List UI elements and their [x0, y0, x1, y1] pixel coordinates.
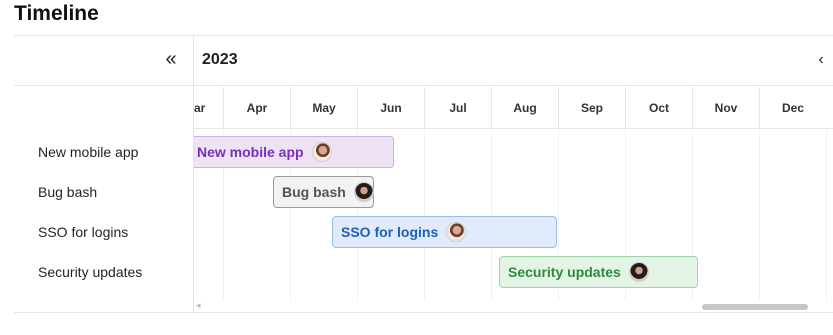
project-list: New mobile app Bug bash SSO for logins S… — [14, 132, 194, 292]
month-apr: Apr — [223, 87, 290, 129]
project-list-header: « — [14, 36, 194, 86]
month-may: May — [290, 87, 357, 129]
month-sep: Sep — [558, 87, 625, 129]
page-title: Timeline — [14, 2, 99, 25]
month-jul: Jul — [424, 87, 491, 129]
month-header-row: ar Apr May Jun Jul Aug Sep Oct Nov Dec — [194, 87, 833, 129]
previous-period-button[interactable]: ‹ — [813, 49, 829, 71]
project-list-panel: « New mobile app Bug bash SSO for logins… — [14, 36, 194, 313]
year-header: 2023 ‹ — [194, 36, 833, 86]
double-chevron-left-icon: « — [165, 47, 177, 70]
project-item-new-mobile-app[interactable]: New mobile app — [14, 132, 194, 172]
bar-label: SSO for logins — [341, 224, 439, 240]
timeline-chart: 2023 ‹ ar Apr May Jun Jul Aug Sep Oct No… — [194, 36, 833, 313]
bar-label: Security updates — [508, 264, 621, 280]
month-nov: Nov — [692, 87, 759, 129]
scroll-left-arrow-icon[interactable]: ◂ — [196, 300, 201, 311]
scrollbar-thumb[interactable] — [702, 304, 808, 310]
project-item-sso-for-logins[interactable]: SSO for logins — [14, 212, 194, 252]
collapse-sidebar-button[interactable]: « — [160, 47, 182, 71]
month-dec: Dec — [759, 87, 826, 129]
project-item-security-updates[interactable]: Security updates — [14, 252, 194, 292]
grid-line — [759, 130, 760, 300]
timeline-bar-security-updates[interactable]: Security updates — [499, 256, 698, 288]
avatar — [311, 142, 332, 162]
timeline-bar-new-mobile-app[interactable]: New mobile app — [194, 136, 394, 168]
project-item-bug-bash[interactable]: Bug bash — [14, 172, 194, 212]
avatar — [628, 262, 649, 282]
avatar — [446, 222, 467, 242]
bar-label: Bug bash — [282, 184, 346, 200]
grid-line — [491, 130, 492, 300]
month-aug: Aug — [491, 87, 558, 129]
bar-label: New mobile app — [197, 144, 304, 160]
grid-line — [826, 130, 827, 300]
month-mar: ar — [194, 101, 206, 115]
avatar — [353, 182, 374, 202]
timeline: « New mobile app Bug bash SSO for logins… — [14, 35, 833, 313]
grid-line — [424, 130, 425, 300]
timeline-bar-sso-for-logins[interactable]: SSO for logins — [332, 216, 557, 248]
month-oct: Oct — [625, 87, 692, 129]
year-label: 2023 — [202, 51, 238, 68]
month-jun: Jun — [357, 87, 424, 129]
timeline-bar-bug-bash[interactable]: Bug bash — [273, 176, 374, 208]
chevron-left-icon: ‹ — [818, 51, 824, 68]
horizontal-scrollbar[interactable]: ◂ — [194, 300, 833, 313]
